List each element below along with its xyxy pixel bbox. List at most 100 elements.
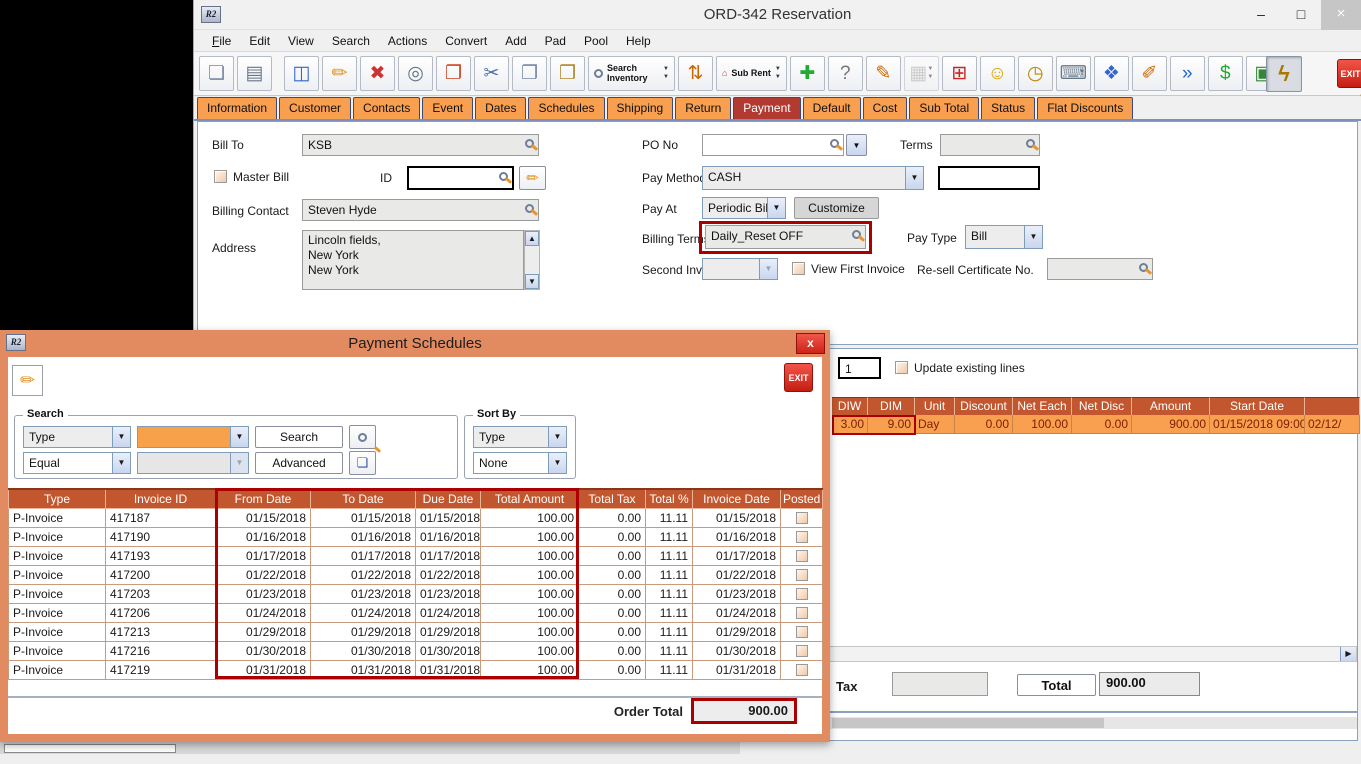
edit-id-button[interactable]: ✏: [519, 166, 546, 190]
chevron-down-stack-icon[interactable]: ▼ ▼: [775, 66, 781, 80]
line-qty-field[interactable]: 1: [838, 357, 881, 379]
menu-item-search[interactable]: Search: [323, 32, 379, 50]
cell-posted[interactable]: [781, 660, 823, 679]
maximize-icon[interactable]: □: [1281, 0, 1321, 30]
terms-field[interactable]: [940, 134, 1040, 156]
chevron-down-icon[interactable]: ▼: [112, 427, 130, 447]
menu-item-convert[interactable]: Convert: [436, 32, 496, 50]
grid-cell-amount[interactable]: 900.00: [1132, 415, 1210, 434]
search-field-select[interactable]: Type ▼: [23, 426, 131, 448]
grid-header-start-date[interactable]: Start Date: [1210, 397, 1305, 415]
advanced-button[interactable]: Advanced: [255, 452, 343, 474]
grid-cell-discount[interactable]: 0.00: [955, 415, 1013, 434]
tab-event[interactable]: Event: [422, 97, 473, 119]
cell-total-tax[interactable]: 0.00: [579, 622, 646, 641]
cell-invoice-date[interactable]: 01/15/2018: [693, 508, 781, 527]
schedule-row[interactable]: P-Invoice41719301/17/201801/17/201801/17…: [9, 546, 823, 565]
cell-from-date[interactable]: 01/29/2018: [216, 622, 311, 641]
cell-posted[interactable]: [781, 622, 823, 641]
cell-total[interactable]: 11.11: [646, 565, 693, 584]
edit-schedule-button[interactable]: ✏: [12, 365, 43, 396]
menu-item-pool[interactable]: Pool: [575, 32, 617, 50]
cell-invoice-id[interactable]: 417216: [106, 641, 216, 660]
cell-due-date[interactable]: 01/30/2018: [416, 641, 481, 660]
column-header-total-tax[interactable]: Total Tax: [579, 489, 646, 508]
grid-header-dim[interactable]: DIM: [868, 397, 915, 415]
column-header-invoice-id[interactable]: Invoice ID: [106, 489, 216, 508]
cell-from-date[interactable]: 01/30/2018: [216, 641, 311, 660]
cell-total-amount[interactable]: 100.00: [481, 546, 579, 565]
cell-invoice-id[interactable]: 417193: [106, 546, 216, 565]
grid-cell-net-disc[interactable]: 0.00: [1072, 415, 1132, 434]
cell-posted[interactable]: [781, 565, 823, 584]
grid-cell-start-date[interactable]: 01/15/2018 09:00 AM: [1210, 415, 1305, 434]
copy-special-button[interactable]: ❐: [436, 56, 471, 91]
find-binoculars-button[interactable]: ◎: [398, 56, 433, 91]
cut-scissors-button[interactable]: ✂: [474, 56, 509, 91]
schedule-row[interactable]: P-Invoice41721901/31/201801/31/201801/31…: [9, 660, 823, 679]
inventory-cubes-button[interactable]: ❖: [1094, 56, 1129, 91]
tab-default[interactable]: Default: [803, 97, 861, 119]
po-no-field[interactable]: [702, 134, 844, 156]
cell-due-date[interactable]: 01/29/2018: [416, 622, 481, 641]
grid-cell-unit[interactable]: Day: [915, 415, 955, 434]
cell-from-date[interactable]: 01/23/2018: [216, 584, 311, 603]
cell-to-date[interactable]: 01/22/2018: [311, 565, 416, 584]
resell-certificate-field[interactable]: [1047, 258, 1153, 280]
cell-total[interactable]: 11.11: [646, 508, 693, 527]
column-header-invoice-date[interactable]: Invoice Date: [693, 489, 781, 508]
tab-contacts[interactable]: Contacts: [353, 97, 420, 119]
cell-posted[interactable]: [781, 603, 823, 622]
tab-information[interactable]: Information: [197, 97, 277, 119]
posted-checkbox[interactable]: [796, 664, 808, 676]
chevron-down-icon[interactable]: ▼: [112, 453, 130, 473]
cell-posted[interactable]: [781, 508, 823, 527]
menu-item-edit[interactable]: Edit: [240, 32, 279, 50]
cell-due-date[interactable]: 01/31/2018: [416, 660, 481, 679]
sort-field-select[interactable]: Type ▼: [473, 426, 567, 448]
total-button[interactable]: Total: [1017, 674, 1096, 696]
cell-from-date[interactable]: 01/24/2018: [216, 603, 311, 622]
invoice-dollar-button[interactable]: $: [1208, 56, 1243, 91]
column-header-total-amount[interactable]: Total Amount: [481, 489, 579, 508]
column-header-posted[interactable]: Posted: [781, 489, 823, 508]
billing-terms-field[interactable]: Daily_Reset OFF: [705, 225, 866, 249]
spheres-question-button[interactable]: ?: [828, 56, 863, 91]
cell-type[interactable]: P-Invoice: [9, 641, 106, 660]
cell-to-date[interactable]: 01/15/2018: [311, 508, 416, 527]
tab-customer[interactable]: Customer: [279, 97, 351, 119]
tab-schedules[interactable]: Schedules: [528, 97, 604, 119]
po-no-dropdown-button[interactable]: ▼: [846, 134, 867, 156]
posted-checkbox[interactable]: [796, 588, 808, 600]
cell-type[interactable]: P-Invoice: [9, 527, 106, 546]
cell-total-tax[interactable]: 0.00: [579, 546, 646, 565]
cell-total[interactable]: 11.11: [646, 622, 693, 641]
posted-checkbox[interactable]: [796, 550, 808, 562]
grid-header-diw[interactable]: DIW: [832, 397, 868, 415]
chevron-down-icon[interactable]: ▼: [1024, 226, 1042, 248]
chevron-down-icon[interactable]: ▼: [548, 427, 566, 447]
toolbar-exit-button[interactable]: EXIT: [1337, 59, 1361, 88]
posted-checkbox[interactable]: [796, 626, 808, 638]
address-textarea[interactable]: Lincoln fields, New York New York: [302, 230, 524, 290]
search-value-input[interactable]: ▼: [137, 426, 249, 448]
bill-to-field[interactable]: KSB: [302, 134, 539, 156]
cell-to-date[interactable]: 01/24/2018: [311, 603, 416, 622]
cell-due-date[interactable]: 01/22/2018: [416, 565, 481, 584]
cell-type[interactable]: P-Invoice: [9, 622, 106, 641]
chevron-down-icon[interactable]: ▼: [905, 167, 923, 189]
cell-invoice-date[interactable]: 01/31/2018: [693, 660, 781, 679]
chevron-down-stack-icon[interactable]: ▼ ▼: [927, 66, 933, 80]
cell-from-date[interactable]: 01/31/2018: [216, 660, 311, 679]
search-magnifier-icon[interactable]: [525, 139, 534, 148]
cell-total[interactable]: 11.11: [646, 641, 693, 660]
billing-contact-field[interactable]: Steven Hyde: [302, 199, 539, 221]
customize-button[interactable]: Customize: [794, 197, 879, 219]
cell-total-tax[interactable]: 0.00: [579, 527, 646, 546]
cell-invoice-id[interactable]: 417203: [106, 584, 216, 603]
cell-total-tax[interactable]: 0.00: [579, 565, 646, 584]
paste-clipboard-button[interactable]: ❒: [550, 56, 585, 91]
cell-total-amount[interactable]: 100.00: [481, 641, 579, 660]
save-button[interactable]: ◫: [284, 56, 319, 91]
tab-status[interactable]: Status: [981, 97, 1035, 119]
